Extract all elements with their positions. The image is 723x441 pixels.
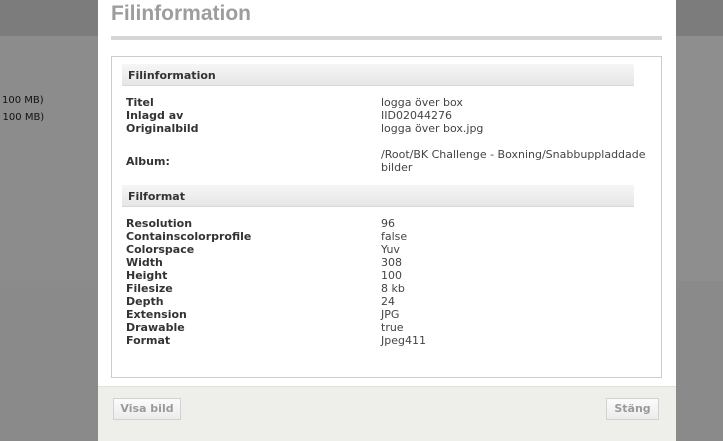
format-key: Resolution: [126, 217, 193, 230]
format-key: Depth: [126, 295, 164, 308]
format-key: Drawable: [126, 321, 185, 334]
format-value: 100: [381, 269, 402, 282]
format-value: JPG: [381, 308, 400, 321]
background-quota-text: / 100 MB): [0, 112, 45, 123]
section-heading-file-info: Filinformation: [122, 64, 634, 86]
title-divider: [111, 36, 662, 40]
background-quota-text: 100 MB): [2, 95, 44, 106]
format-key: Containscolorprofile: [126, 230, 252, 243]
format-value: 8 kb: [381, 282, 405, 295]
info-panel: Filinformation Titel logga över box Inla…: [111, 56, 662, 378]
format-value: 96: [381, 217, 395, 230]
format-key: Height: [126, 269, 168, 282]
format-key: Width: [126, 256, 163, 269]
format-key: Filesize: [126, 282, 173, 295]
format-key: Colorspace: [126, 243, 195, 256]
format-value: Jpeg411: [381, 334, 426, 347]
format-key: Format: [126, 334, 171, 347]
background-side-panel: [676, 36, 723, 281]
section-heading-file-format: Filformat: [122, 185, 634, 207]
dialog-footer: Visa bild Stäng: [98, 386, 676, 441]
info-key: Inlagd av: [126, 109, 184, 122]
close-button[interactable]: Stäng: [606, 398, 659, 420]
format-key: Extension: [126, 308, 187, 321]
info-value: IID02044276: [381, 109, 452, 122]
info-key: Album:: [126, 155, 170, 168]
format-value: 308: [381, 256, 402, 269]
info-value: logga över box: [381, 96, 463, 109]
dialog-title: Filinformation: [111, 2, 251, 25]
show-image-button[interactable]: Visa bild: [113, 398, 181, 420]
file-info-dialog: Filinformation Filinformation Titel logg…: [98, 0, 676, 441]
info-value: /Root/BK Challenge - Boxning/Snabbupplad…: [381, 148, 646, 174]
format-value: Yuv: [381, 243, 400, 256]
format-value: 24: [381, 295, 395, 308]
info-key: Originalbild: [126, 122, 199, 135]
info-value: logga över box.jpg: [381, 122, 484, 135]
format-value: false: [381, 230, 408, 243]
info-key: Titel: [126, 96, 154, 109]
format-value: true: [381, 321, 404, 334]
